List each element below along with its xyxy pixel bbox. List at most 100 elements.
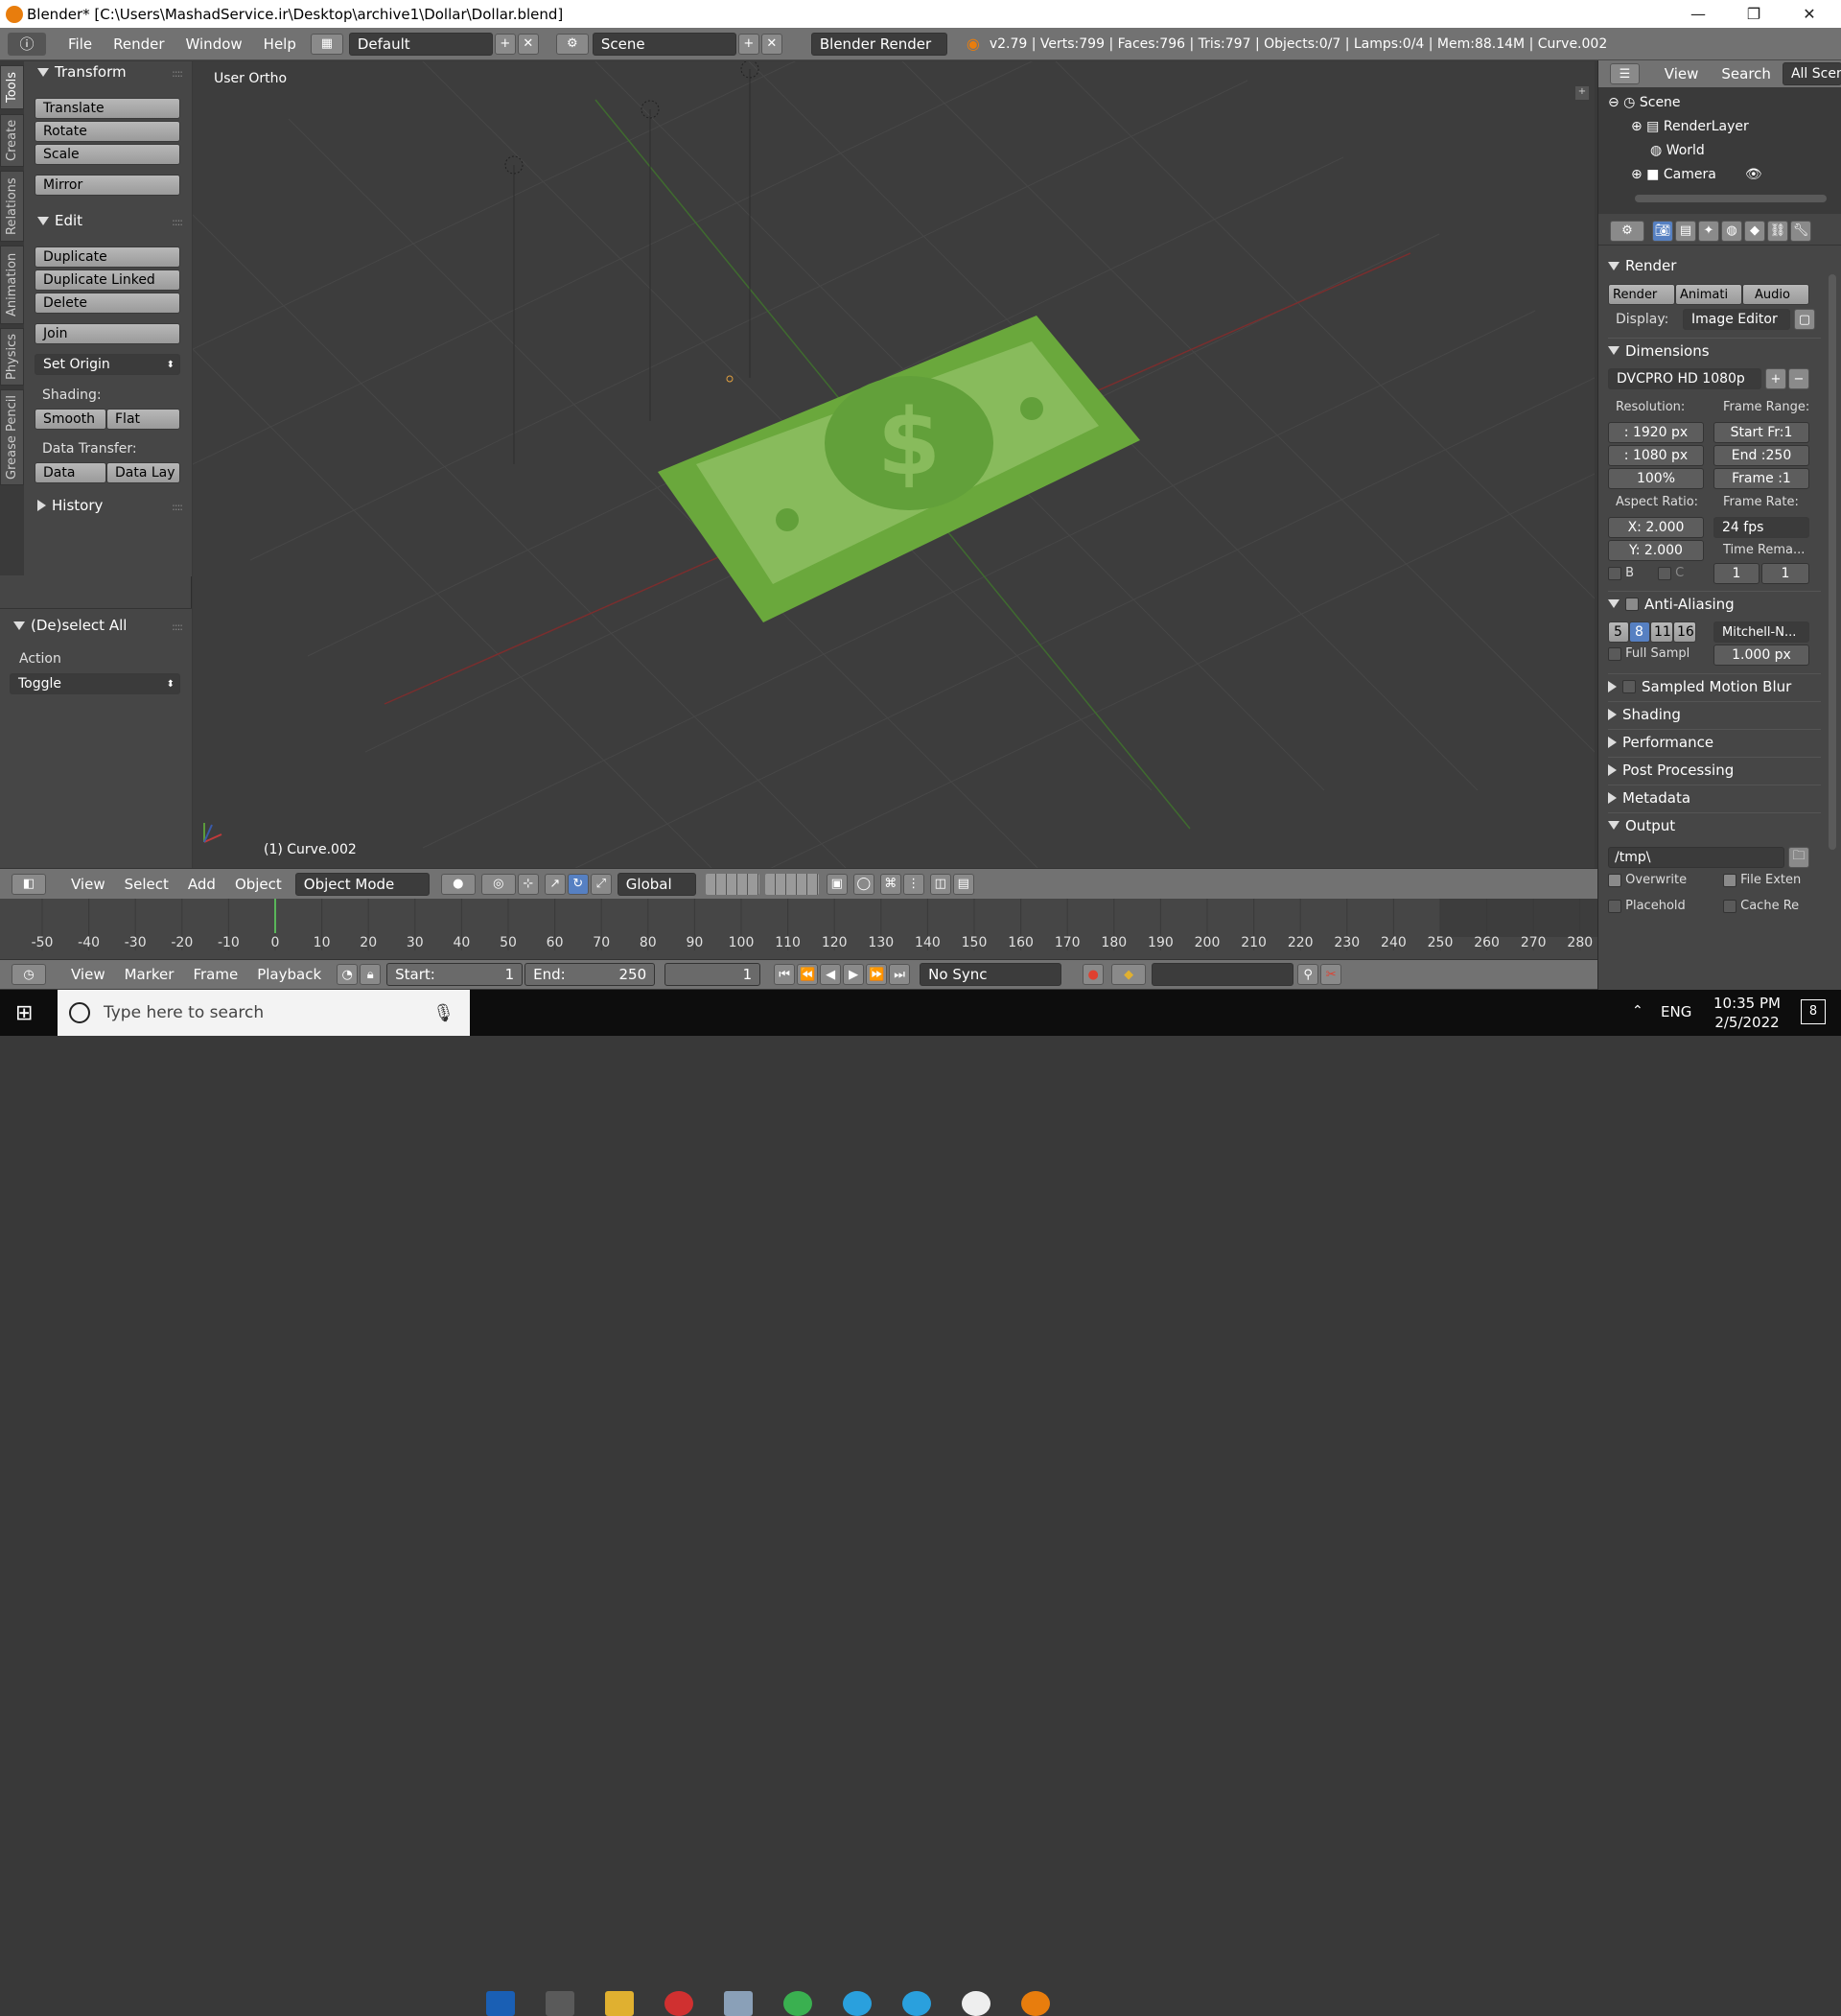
frame-rate-dropdown[interactable]: 24 fps: [1713, 517, 1809, 538]
action-dropdown[interactable]: Toggle ⬍: [10, 673, 180, 694]
tab-animation[interactable]: Animation: [0, 246, 24, 324]
world-tab-icon[interactable]: ◍: [1721, 220, 1742, 242]
menu-window[interactable]: Window: [175, 35, 253, 53]
menu-playback[interactable]: Playback: [247, 966, 331, 983]
properties-scrollbar[interactable]: [1829, 274, 1836, 850]
placeholders-checkbox[interactable]: Placehold: [1608, 899, 1686, 913]
delete-button[interactable]: Delete: [35, 293, 180, 314]
frame-step-field[interactable]: Frame :1: [1713, 468, 1809, 489]
start-frame-prop-field[interactable]: Start Fr:1: [1713, 422, 1809, 443]
join-button[interactable]: Join: [35, 323, 180, 344]
outliner-menu-view[interactable]: View: [1665, 65, 1699, 82]
microphone-icon[interactable]: 🎙︎: [432, 1003, 454, 1023]
outliner-item-renderlayer[interactable]: ⊕ ▤ RenderLayer: [1631, 119, 1749, 134]
timeline[interactable]: -50 -40 -30 -20 -10 0 10 20 30 40 50 60 70 80 90 100 110…: [0, 899, 1597, 964]
data-layout-button[interactable]: Data Lay: [106, 462, 180, 483]
editor-type-icon[interactable]: ⚙: [1610, 220, 1644, 242]
panel-grip-icon[interactable]: ::::: [172, 621, 183, 633]
transform-translate-icon[interactable]: ↗: [544, 873, 566, 895]
tab-grease-pencil[interactable]: Grease Pencil: [0, 389, 24, 485]
menu-marker[interactable]: Marker: [115, 966, 184, 983]
preset-dropdown[interactable]: DVCPRO HD 1080p: [1608, 368, 1761, 389]
output-path-field[interactable]: /tmp\: [1608, 847, 1784, 868]
panel-grip-icon[interactable]: ::::: [172, 501, 183, 513]
scene-tab-icon[interactable]: ✦: [1698, 220, 1719, 242]
minimize-button[interactable]: —: [1670, 0, 1726, 28]
edit-panel-header[interactable]: Edit: [37, 212, 82, 229]
layer-buttons[interactable]: [705, 873, 759, 895]
screen-layout-icon[interactable]: ▦: [310, 33, 343, 55]
tab-physics[interactable]: Physics: [0, 328, 24, 386]
aa-size-field[interactable]: 1.000 px: [1713, 645, 1809, 666]
outliner[interactable]: ☰ View Search All Scenes ⊖ ◷ Scene ⊕ ▤ R…: [1598, 60, 1841, 214]
properties-toggle-icon[interactable]: +: [1575, 86, 1589, 100]
orientation-dropdown[interactable]: Global: [617, 872, 696, 896]
transform-panel-header[interactable]: Transform: [37, 63, 127, 81]
language-indicator[interactable]: ENG: [1661, 1003, 1691, 1020]
set-origin-dropdown[interactable]: Set Origin ⬍: [35, 354, 180, 375]
outliner-h-scrollbar[interactable]: [1635, 195, 1827, 202]
rotate-button[interactable]: Rotate: [35, 121, 180, 142]
motion-blur-checkbox[interactable]: [1622, 679, 1636, 693]
animation-button[interactable]: Animati: [1675, 284, 1742, 305]
menu-timeline-view[interactable]: View: [61, 966, 115, 983]
render-tab-icon[interactable]: 📷︎: [1652, 220, 1673, 242]
shading-section-header[interactable]: Shading: [1608, 701, 1821, 726]
mode-dropdown[interactable]: Object Mode: [294, 872, 430, 896]
editor-type-icon[interactable]: ⓘ: [8, 32, 46, 56]
constraints-tab-icon[interactable]: ⛓: [1767, 220, 1788, 242]
layer-buttons-2[interactable]: [764, 873, 819, 895]
display-dropdown[interactable]: Image Editor: [1683, 309, 1790, 330]
antialiasing-section-header[interactable]: Anti-Aliasing: [1608, 591, 1821, 616]
media-app-icon[interactable]: [962, 1991, 990, 2016]
render-animation-icon[interactable]: ▤: [952, 873, 974, 895]
render-engine-dropdown[interactable]: Blender Render: [810, 32, 947, 56]
render-section-header[interactable]: Render: [1608, 253, 1821, 278]
display-options-icon[interactable]: ▢: [1794, 309, 1815, 330]
add-preset-icon[interactable]: +: [1765, 368, 1786, 389]
border-checkbox[interactable]: B: [1608, 566, 1634, 580]
panel-grip-icon[interactable]: ::::: [172, 67, 183, 80]
file-extensions-checkbox[interactable]: File Exten: [1723, 873, 1801, 887]
play-reverse-icon[interactable]: ◀: [820, 964, 842, 985]
modifiers-tab-icon[interactable]: 🔧︎: [1790, 220, 1811, 242]
aspect-x-field[interactable]: X: 2.000: [1608, 517, 1704, 538]
motion-blur-section-header[interactable]: Sampled Motion Blur: [1608, 673, 1821, 698]
current-frame-field[interactable]: 1: [664, 963, 761, 986]
next-keyframe-icon[interactable]: ⏩: [866, 964, 888, 985]
snap-icon[interactable]: ⌘: [879, 873, 901, 895]
keying-set-field[interactable]: [1152, 963, 1294, 986]
menu-help[interactable]: Help: [253, 35, 307, 53]
remove-screen-icon[interactable]: ✕: [517, 33, 539, 55]
pivot-point-icon[interactable]: ◎: [480, 873, 516, 895]
snap-element-icon[interactable]: ⋮: [902, 873, 924, 895]
performance-section-header[interactable]: Performance: [1608, 729, 1821, 754]
remove-preset-icon[interactable]: −: [1788, 368, 1809, 389]
aa-samples-5[interactable]: 5: [1608, 621, 1629, 643]
visibility-eye-icon[interactable]: 👁︎: [1745, 167, 1762, 182]
delete-keyframe-icon[interactable]: ✂: [1320, 964, 1342, 985]
aspect-y-field[interactable]: Y: 2.000: [1608, 540, 1704, 561]
object-tab-icon[interactable]: ◆: [1744, 220, 1765, 242]
start-frame-field[interactable]: Start: 1: [386, 963, 524, 986]
editor-type-icon[interactable]: ☰: [1610, 63, 1640, 84]
operator-header[interactable]: (De)select All: [13, 617, 127, 634]
aa-samples-8[interactable]: 8: [1629, 621, 1650, 643]
close-button[interactable]: ✕: [1782, 0, 1837, 28]
end-frame-field[interactable]: End: 250: [524, 963, 656, 986]
render-button[interactable]: Render: [1608, 284, 1675, 305]
history-panel-header[interactable]: History: [37, 497, 103, 514]
data-button[interactable]: Data: [35, 462, 106, 483]
add-screen-icon[interactable]: +: [494, 33, 516, 55]
file-explorer-icon[interactable]: [605, 1991, 634, 2016]
aa-samples-16[interactable]: 16: [1673, 621, 1696, 643]
smooth-button[interactable]: Smooth: [35, 409, 106, 430]
notification-center-icon[interactable]: 8: [1801, 999, 1826, 1024]
windows-start-icon[interactable]: ⊞: [15, 1001, 33, 1025]
antialiasing-checkbox[interactable]: [1625, 597, 1639, 611]
remove-scene-icon[interactable]: ✕: [760, 33, 782, 55]
3d-viewport[interactable]: $ User Ortho (1) Curve.002 +: [193, 61, 1595, 868]
overwrite-checkbox[interactable]: Overwrite: [1608, 873, 1687, 887]
manipulator-icon[interactable]: ⊹: [517, 873, 539, 895]
resolution-x-field[interactable]: : 1920 px: [1608, 422, 1704, 443]
